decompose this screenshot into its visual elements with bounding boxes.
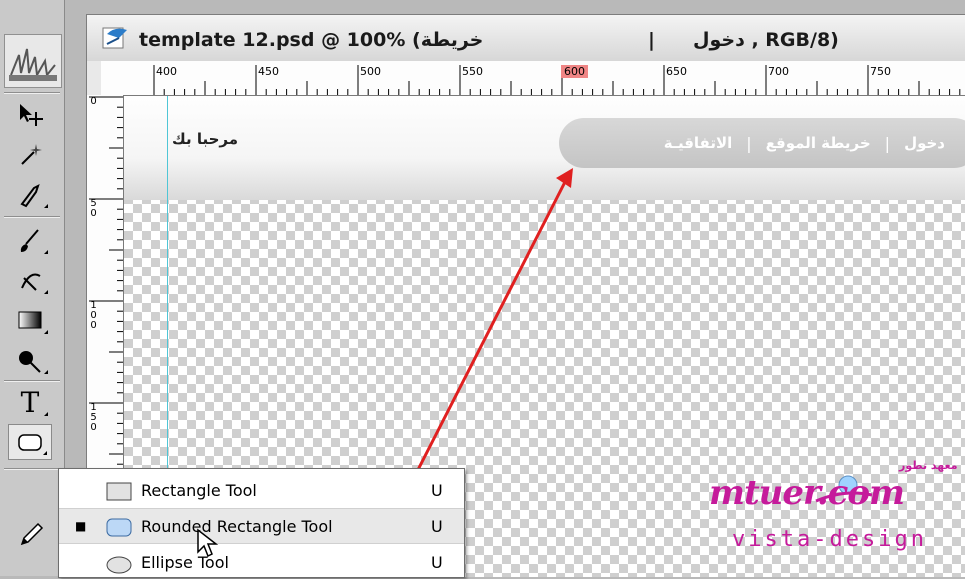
history-brush-tool[interactable] <box>8 262 52 298</box>
watermark-top-text: معهد تطور <box>899 459 958 472</box>
slice-tool[interactable] <box>8 176 52 212</box>
nav-item-sitemap: خريطة الموقع <box>765 134 871 152</box>
shape-tool-flyout-menu: Rectangle Tool U ■ Rounded Rectangle Too… <box>58 468 465 578</box>
toolbox-divider <box>4 380 60 382</box>
menu-item-rectangle-tool[interactable]: Rectangle Tool U <box>59 473 464 507</box>
toolbox: T <box>0 0 65 576</box>
ruler-label: 400 <box>156 65 177 78</box>
menu-item-label: Rounded Rectangle Tool <box>141 516 333 536</box>
ruler-label: 650 <box>666 65 687 78</box>
ruler-label: 750 <box>870 65 891 78</box>
document-titlebar[interactable]: template 12.psd @ 100% (خريطة | دخول , R… <box>87 15 965 62</box>
shape-tool[interactable] <box>8 424 52 460</box>
document-title-layer-mode: دخول , RGB/8) <box>693 29 839 51</box>
rectangle-icon <box>106 482 132 501</box>
document-title: template 12.psd @ 100% (خريطة <box>139 29 484 51</box>
gradient-tool[interactable] <box>8 302 52 338</box>
nav-item-login: دخول <box>904 134 945 152</box>
knife-icon <box>20 184 40 208</box>
mouse-cursor-icon <box>197 528 219 558</box>
ruler-label: 550 <box>462 65 483 78</box>
tool-preset-preview[interactable] <box>4 34 62 88</box>
move-icon <box>20 104 43 126</box>
ruler-label: 500 <box>360 65 381 78</box>
menu-item-shortcut: U <box>431 480 443 500</box>
watermark: معهد تطور mtuer.com vista-design <box>694 451 965 571</box>
type-tool[interactable]: T <box>8 384 52 420</box>
dodge-icon <box>19 351 41 373</box>
ruler-label: 150 <box>90 402 97 433</box>
menu-item-ellipse-tool[interactable]: Ellipse Tool U <box>59 545 464 579</box>
eyedropper-tool[interactable] <box>8 516 52 552</box>
selected-marker: ■ <box>75 519 87 533</box>
title-separator: | <box>648 29 655 51</box>
history-brush-icon <box>21 273 41 291</box>
ellipse-icon <box>106 556 132 574</box>
ruler-label: 450 <box>258 65 279 78</box>
ruler-label-highlighted: 600 <box>561 65 588 78</box>
eyedropper-icon <box>20 522 44 546</box>
gradient-icon <box>18 311 42 329</box>
menu-item-shortcut: U <box>431 516 443 536</box>
nav-item-agreement: الاتفاقيـة <box>663 134 733 152</box>
rounded-rectangle-icon <box>18 434 42 451</box>
menu-item-rounded-rectangle-tool[interactable]: ■ Rounded Rectangle Tool U <box>59 508 464 544</box>
watermark-logo-text: mtuer.com <box>709 473 905 513</box>
toolbox-divider <box>4 468 60 470</box>
move-tool[interactable] <box>8 96 52 132</box>
ruler-label: 0 <box>90 96 97 107</box>
horizontal-ruler[interactable]: 400 450 500 550 600 650 700 750 <box>101 61 965 96</box>
ruler-label: 700 <box>768 65 789 78</box>
magic-wand-icon <box>21 144 42 165</box>
brush-icon <box>20 229 39 252</box>
photoshop-document-icon <box>102 27 127 49</box>
ruler-label: 50 <box>90 198 97 219</box>
ruler-origin[interactable] <box>87 61 102 96</box>
grass-brush-icon <box>9 48 57 81</box>
magic-wand-tool[interactable] <box>8 136 52 172</box>
dodge-tool[interactable] <box>8 342 52 378</box>
brush-tool[interactable] <box>8 222 52 258</box>
rounded-rectangle-icon <box>106 518 132 537</box>
menu-item-shortcut: U <box>431 552 443 572</box>
navigation-pill: الاتفاقيـة | خريطة الموقع | دخول <box>559 118 965 168</box>
toolbox-divider <box>4 216 60 218</box>
watermark-subtitle: vista-design <box>732 527 927 552</box>
type-icon: T <box>20 385 40 419</box>
horizontal-ruler-ticks <box>153 65 961 95</box>
toolbox-divider <box>4 92 60 94</box>
welcome-text: مرحبا بك <box>172 130 239 148</box>
ruler-label: 100 <box>90 300 97 331</box>
menu-item-label: Rectangle Tool <box>141 480 257 500</box>
